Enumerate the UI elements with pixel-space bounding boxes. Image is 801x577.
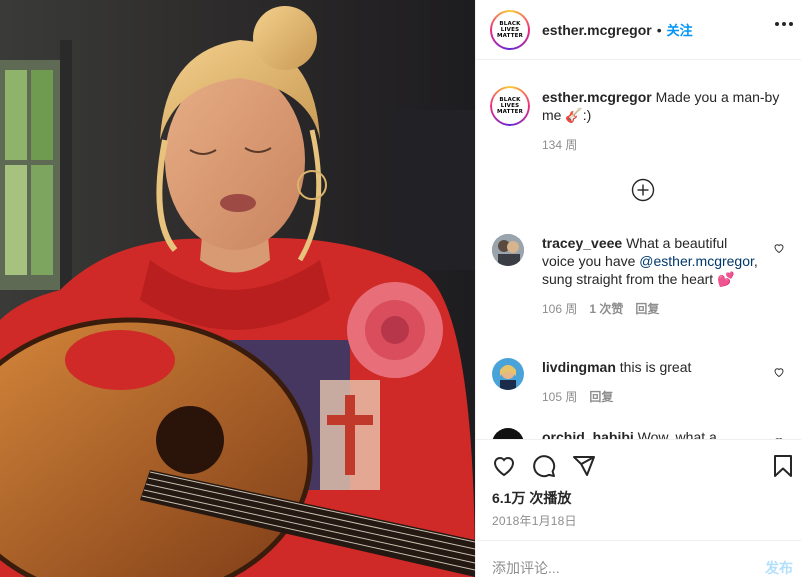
load-more-comments-icon[interactable] (631, 178, 655, 202)
comment-text: this is great (615, 359, 692, 375)
more-options-icon[interactable] (775, 22, 793, 26)
person-photo-icon (492, 358, 524, 390)
comment-age[interactable]: 105 周 (542, 388, 577, 406)
post-date[interactable]: 2018年1月18日 (492, 512, 577, 529)
commenter-avatar[interactable] (492, 234, 524, 266)
post-video[interactable] (0, 0, 475, 577)
comment-text: Wow, what a (633, 429, 717, 439)
person-photo-icon (492, 234, 524, 266)
owner-avatar[interactable]: BLACK LIVES MATTER (490, 9, 530, 50)
add-comment-input[interactable]: 添加评论... (492, 558, 560, 577)
caption-username[interactable]: esther.mcgregor (542, 89, 652, 105)
comment-age[interactable]: 106 周 (542, 300, 577, 318)
reply-button[interactable]: 回复 (589, 388, 613, 406)
comment-mention[interactable]: @esther.mcgregor (639, 253, 754, 269)
reply-button[interactable]: 回复 (635, 300, 659, 318)
comment-likes[interactable]: 1 次赞 (589, 300, 623, 318)
post-header: BLACK LIVES MATTER esther.mcgregor • 关注 (476, 0, 801, 60)
comment-username[interactable]: orchid_habibi (542, 429, 634, 439)
save-bookmark-icon[interactable] (771, 454, 795, 478)
comment-bubble-icon[interactable] (532, 454, 556, 478)
comment-username[interactable]: tracey_veee (542, 235, 622, 251)
like-comment-heart-icon[interactable] (773, 366, 785, 378)
add-comment-bar: 添加评论... 发布 (476, 540, 801, 577)
post-actions: 6.1万 次播放 2018年1月18日 添加评论... 发布 (476, 439, 801, 577)
blm-avatar-logo: BLACK LIVES MATTER (496, 20, 524, 39)
post-side-panel: BLACK LIVES MATTER esther.mcgregor • 关注 BL… (475, 0, 801, 577)
caption-avatar[interactable]: BLACK LIVES MATTER (490, 86, 530, 126)
comment-username[interactable]: livdingman (542, 359, 616, 375)
like-comment-heart-icon[interactable] (773, 242, 785, 254)
post-comment-button[interactable]: 发布 (765, 558, 793, 577)
owner-username[interactable]: esther.mcgregor (542, 22, 652, 38)
follow-separator: • (656, 21, 662, 38)
blm-avatar-logo: BLACK LIVES MATTER (496, 97, 524, 115)
commenter-avatar[interactable] (492, 428, 524, 439)
caption-age[interactable]: 134 周 (542, 136, 577, 154)
view-count[interactable]: 6.1万 次播放 (492, 488, 571, 508)
comments-list[interactable]: BLACK LIVES MATTER esther.mcgregor Made yo… (476, 61, 801, 439)
follow-button[interactable]: 关注 (667, 20, 693, 39)
share-paper-plane-icon[interactable] (572, 454, 596, 478)
video-frame-illustration (0, 0, 475, 577)
commenter-avatar[interactable] (492, 358, 524, 390)
like-heart-icon[interactable] (492, 454, 516, 478)
